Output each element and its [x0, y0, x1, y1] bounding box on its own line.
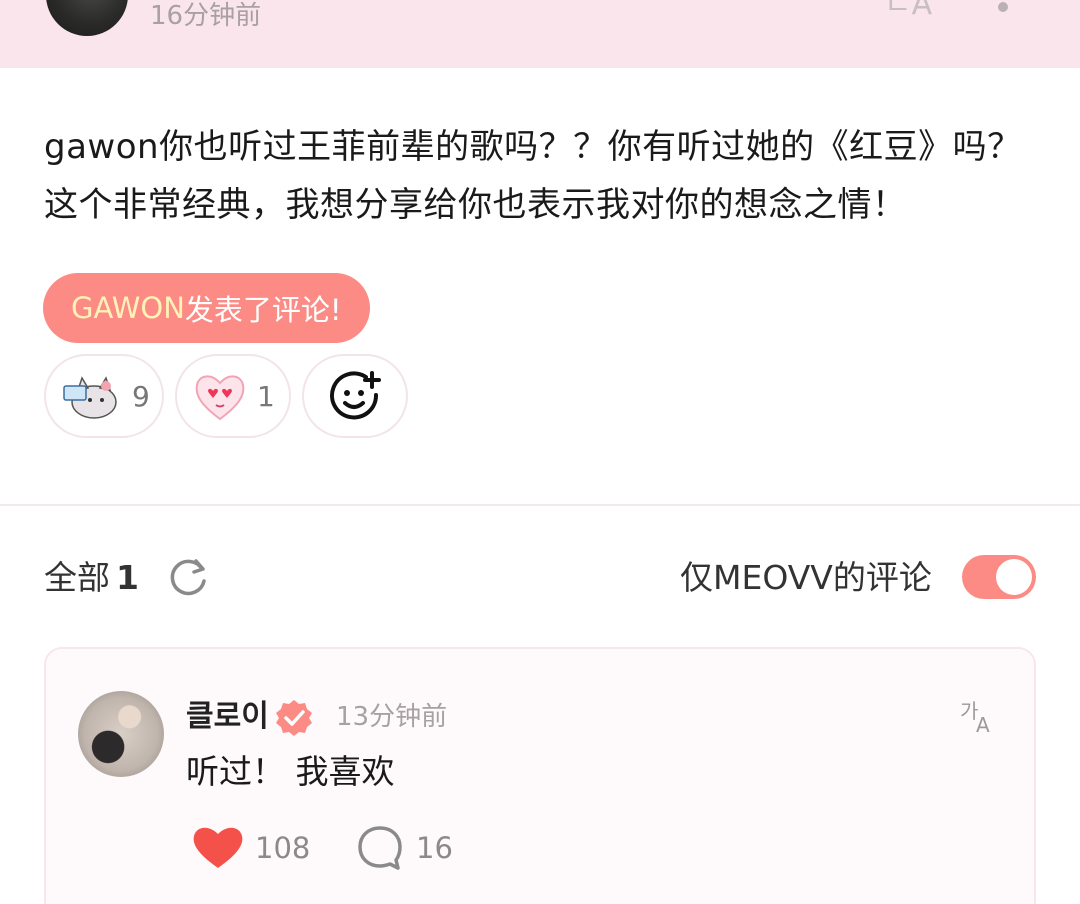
artist-commented-button[interactable]: GAWON 发表了评论! [43, 273, 370, 343]
refresh-icon[interactable] [166, 555, 210, 599]
all-comments-tab[interactable]: 全部 1 [44, 556, 139, 600]
commented-label: 发表了评论! [184, 293, 342, 327]
post-header: 16分钟前 ㄷA [0, 0, 1080, 68]
artist-only-filter-label: 仅MEOVV的评论 [680, 558, 932, 597]
commenter-avatar[interactable] [78, 691, 164, 777]
post-text-line: 这个非常经典，我想分享给你也表示我对你的想念之情！ [44, 185, 907, 225]
all-comments-label: 全部 [44, 558, 110, 597]
reply-count: 16 [416, 831, 453, 865]
toggle-knob [996, 559, 1032, 595]
artist-only-toggle[interactable] [962, 555, 1036, 599]
verified-badge-icon [276, 700, 312, 736]
like-count: 108 [255, 831, 311, 865]
comment-text: 听过！ 我喜欢 [186, 752, 395, 791]
svg-text:A: A [976, 713, 990, 734]
reaction-count: 1 [257, 379, 275, 413]
svg-text:ㄷA: ㄷA [884, 0, 933, 20]
comment-bubble-icon[interactable] [356, 824, 404, 872]
commenter-name[interactable]: 클로이 [186, 697, 269, 737]
reaction-count: 9 [132, 379, 150, 413]
post-text-line: gawon你也听过王菲前辈的歌吗？？你有听过她的《红豆》吗？ [44, 127, 1022, 167]
post-time: 16分钟前 [150, 1, 262, 31]
cat-sticker-icon [63, 376, 117, 419]
heart-icon[interactable] [192, 824, 244, 870]
reaction-chip-cat[interactable]: 9 [44, 354, 164, 438]
translate-icon[interactable]: ㄷA [882, 0, 934, 20]
more-options-icon[interactable] [998, 2, 1008, 12]
author-avatar[interactable] [46, 0, 128, 36]
heart-face-sticker-icon [195, 375, 245, 421]
all-comments-count: 1 [116, 558, 139, 597]
artist-name: GAWON [71, 291, 185, 325]
add-reaction-button[interactable] [302, 354, 408, 438]
add-reaction-icon [330, 371, 381, 420]
comment-time: 13分钟前 [336, 702, 448, 732]
post-body: gawon你也听过王菲前辈的歌吗？？你有听过她的《红豆》吗？ 这个非常经典，我想… [44, 118, 1044, 234]
translate-icon[interactable]: 가 A [960, 696, 998, 734]
reaction-chip-heart[interactable]: 1 [175, 354, 291, 438]
section-divider [0, 504, 1080, 506]
